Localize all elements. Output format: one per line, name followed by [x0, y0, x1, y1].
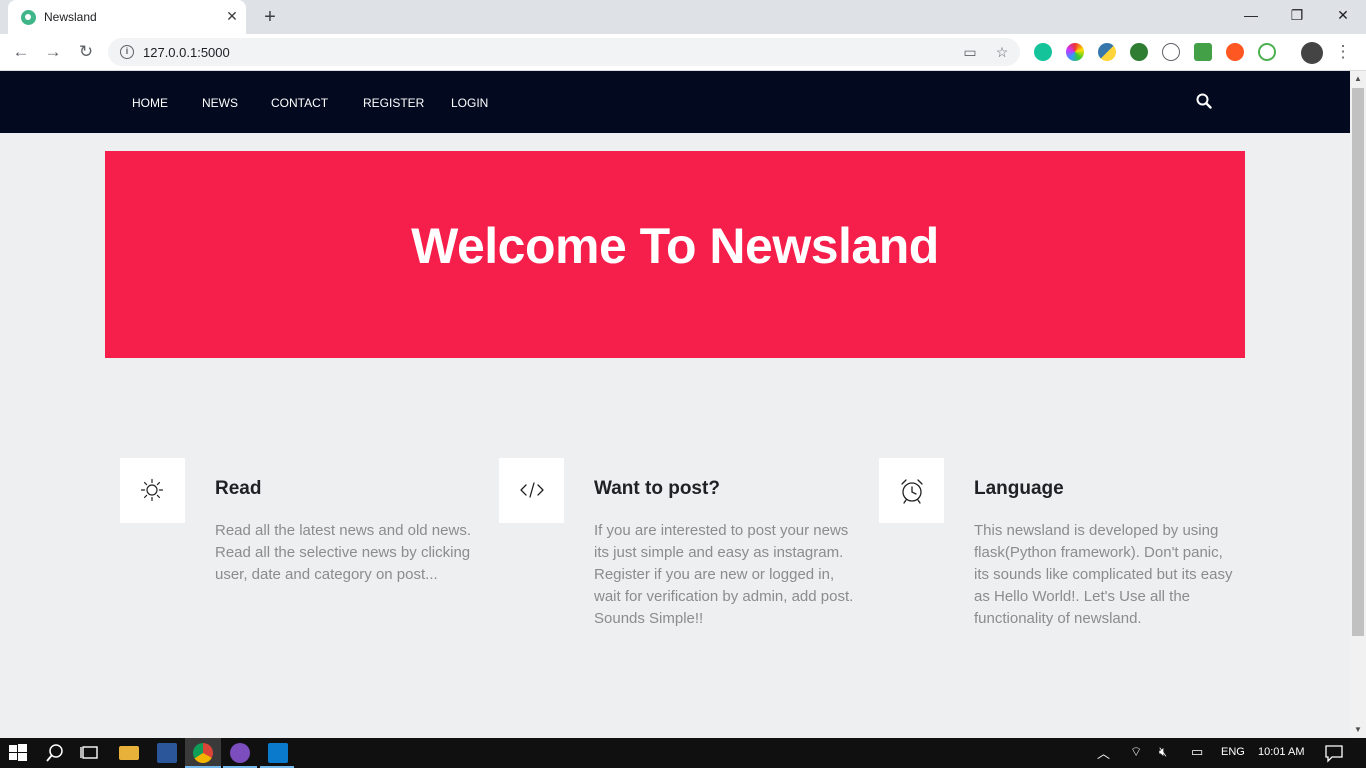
windows-start-icon[interactable]	[8, 743, 28, 763]
vscode-icon[interactable]	[268, 743, 288, 763]
battery-icon[interactable]: ▭	[1191, 744, 1203, 760]
feature-language: Language This newsland is developed by u…	[879, 458, 1239, 658]
language-indicator[interactable]: ENG	[1221, 746, 1245, 758]
bookmark-star-icon[interactable]: ☆	[992, 42, 1012, 62]
task-view-icon[interactable]	[80, 743, 100, 763]
browser-toolbar: ← → ↻ i 127.0.0.1:5000 ▭ ☆ ⋮	[0, 34, 1366, 71]
feature-description: Read all the latest news and old news. R…	[215, 522, 471, 583]
minimize-button[interactable]: —	[1228, 0, 1274, 30]
newsland-favicon-icon	[21, 10, 36, 25]
restore-button[interactable]: ❐	[1274, 0, 1320, 30]
volume-muted-icon[interactable]: 🔇︎	[1159, 744, 1167, 760]
feature-description: If you are interested to post your news …	[594, 522, 854, 627]
feature-read: Read Read all the latest news and old ne…	[120, 458, 480, 658]
page-scrollbar[interactable]: ▲ ▼	[1350, 71, 1366, 738]
site-info-icon[interactable]: i	[120, 45, 134, 59]
back-icon[interactable]: ←	[8, 40, 34, 64]
chevron-up-icon[interactable]: ︿	[1097, 743, 1110, 762]
scroll-thumb[interactable]	[1352, 88, 1364, 636]
site-navbar: HOME NEWS CONTACT REGISTER LOGIN	[0, 71, 1350, 133]
tab-close-icon[interactable]: ✕	[224, 8, 240, 24]
forward-icon[interactable]: →	[40, 40, 66, 64]
scroll-down-icon[interactable]: ▼	[1350, 722, 1366, 738]
address-bar[interactable]: i 127.0.0.1:5000 ▭ ☆	[108, 38, 1020, 66]
code-icon	[520, 482, 544, 498]
feature-title: Read	[215, 478, 262, 499]
feature-icon-box	[499, 458, 564, 523]
python-extension-icon[interactable]	[1098, 43, 1116, 61]
wifi-icon[interactable]: ⌔	[1130, 744, 1142, 760]
word-icon[interactable]	[157, 743, 177, 763]
chrome-taskbar-icon[interactable]	[193, 743, 213, 763]
grammarly-extension-icon[interactable]	[1034, 43, 1052, 61]
file-explorer-icon[interactable]	[119, 746, 139, 760]
nav-register-link[interactable]: REGISTER	[363, 96, 424, 110]
feature-icon-box	[120, 458, 185, 523]
window-close-button[interactable]: ✕	[1320, 0, 1366, 30]
globe-extension-icon[interactable]	[1130, 43, 1148, 61]
code-extension-icon[interactable]	[1162, 43, 1180, 61]
hero-title: Welcome To Newsland	[411, 218, 939, 274]
circle-extension-icon[interactable]	[1258, 43, 1276, 61]
action-center-icon[interactable]	[1324, 743, 1344, 763]
feature-title: Want to post?	[594, 478, 720, 499]
nav-news-link[interactable]: NEWS	[202, 96, 238, 110]
browser-tab[interactable]: Newsland ✕	[8, 0, 246, 34]
tab-title: Newsland	[44, 10, 97, 24]
cast-icon[interactable]: ▭	[960, 42, 980, 62]
scroll-up-icon[interactable]: ▲	[1350, 71, 1366, 87]
search-taskbar-icon[interactable]	[45, 743, 65, 763]
profile-avatar[interactable]	[1301, 42, 1323, 64]
search-icon[interactable]	[1196, 93, 1212, 109]
menu-kebab-icon[interactable]: ⋮	[1330, 40, 1356, 64]
windows-taskbar: ︿ ⌔ 🔇︎ ▭ ENG 10:01 AM	[0, 738, 1366, 768]
clock-time[interactable]: 10:01 AM	[1258, 746, 1304, 758]
reload-icon[interactable]: ↻	[73, 40, 99, 64]
nav-login-link[interactable]: LOGIN	[451, 96, 488, 110]
nav-contact-link[interactable]: CONTACT	[271, 96, 328, 110]
feature-want-to-post: Want to post? If you are interested to p…	[499, 458, 859, 658]
nav-home-link[interactable]: HOME	[132, 96, 168, 110]
hero-banner: Welcome To Newsland	[105, 151, 1245, 358]
url-text[interactable]: 127.0.0.1:5000	[143, 45, 230, 60]
sun-icon	[140, 478, 164, 502]
feature-icon-box	[879, 458, 944, 523]
feature-title: Language	[974, 478, 1064, 499]
color-picker-extension-icon[interactable]	[1066, 43, 1084, 61]
app-taskbar-icon[interactable]	[230, 743, 250, 763]
alarm-clock-icon	[901, 479, 923, 504]
fire-extension-icon[interactable]	[1226, 43, 1244, 61]
browser-titlebar: Newsland ✕ + — ❐ ✕	[0, 0, 1366, 34]
hat-extension-icon[interactable]	[1194, 43, 1212, 61]
new-tab-button[interactable]: +	[259, 6, 281, 28]
feature-description: This newsland is developed by using flas…	[974, 522, 1233, 627]
